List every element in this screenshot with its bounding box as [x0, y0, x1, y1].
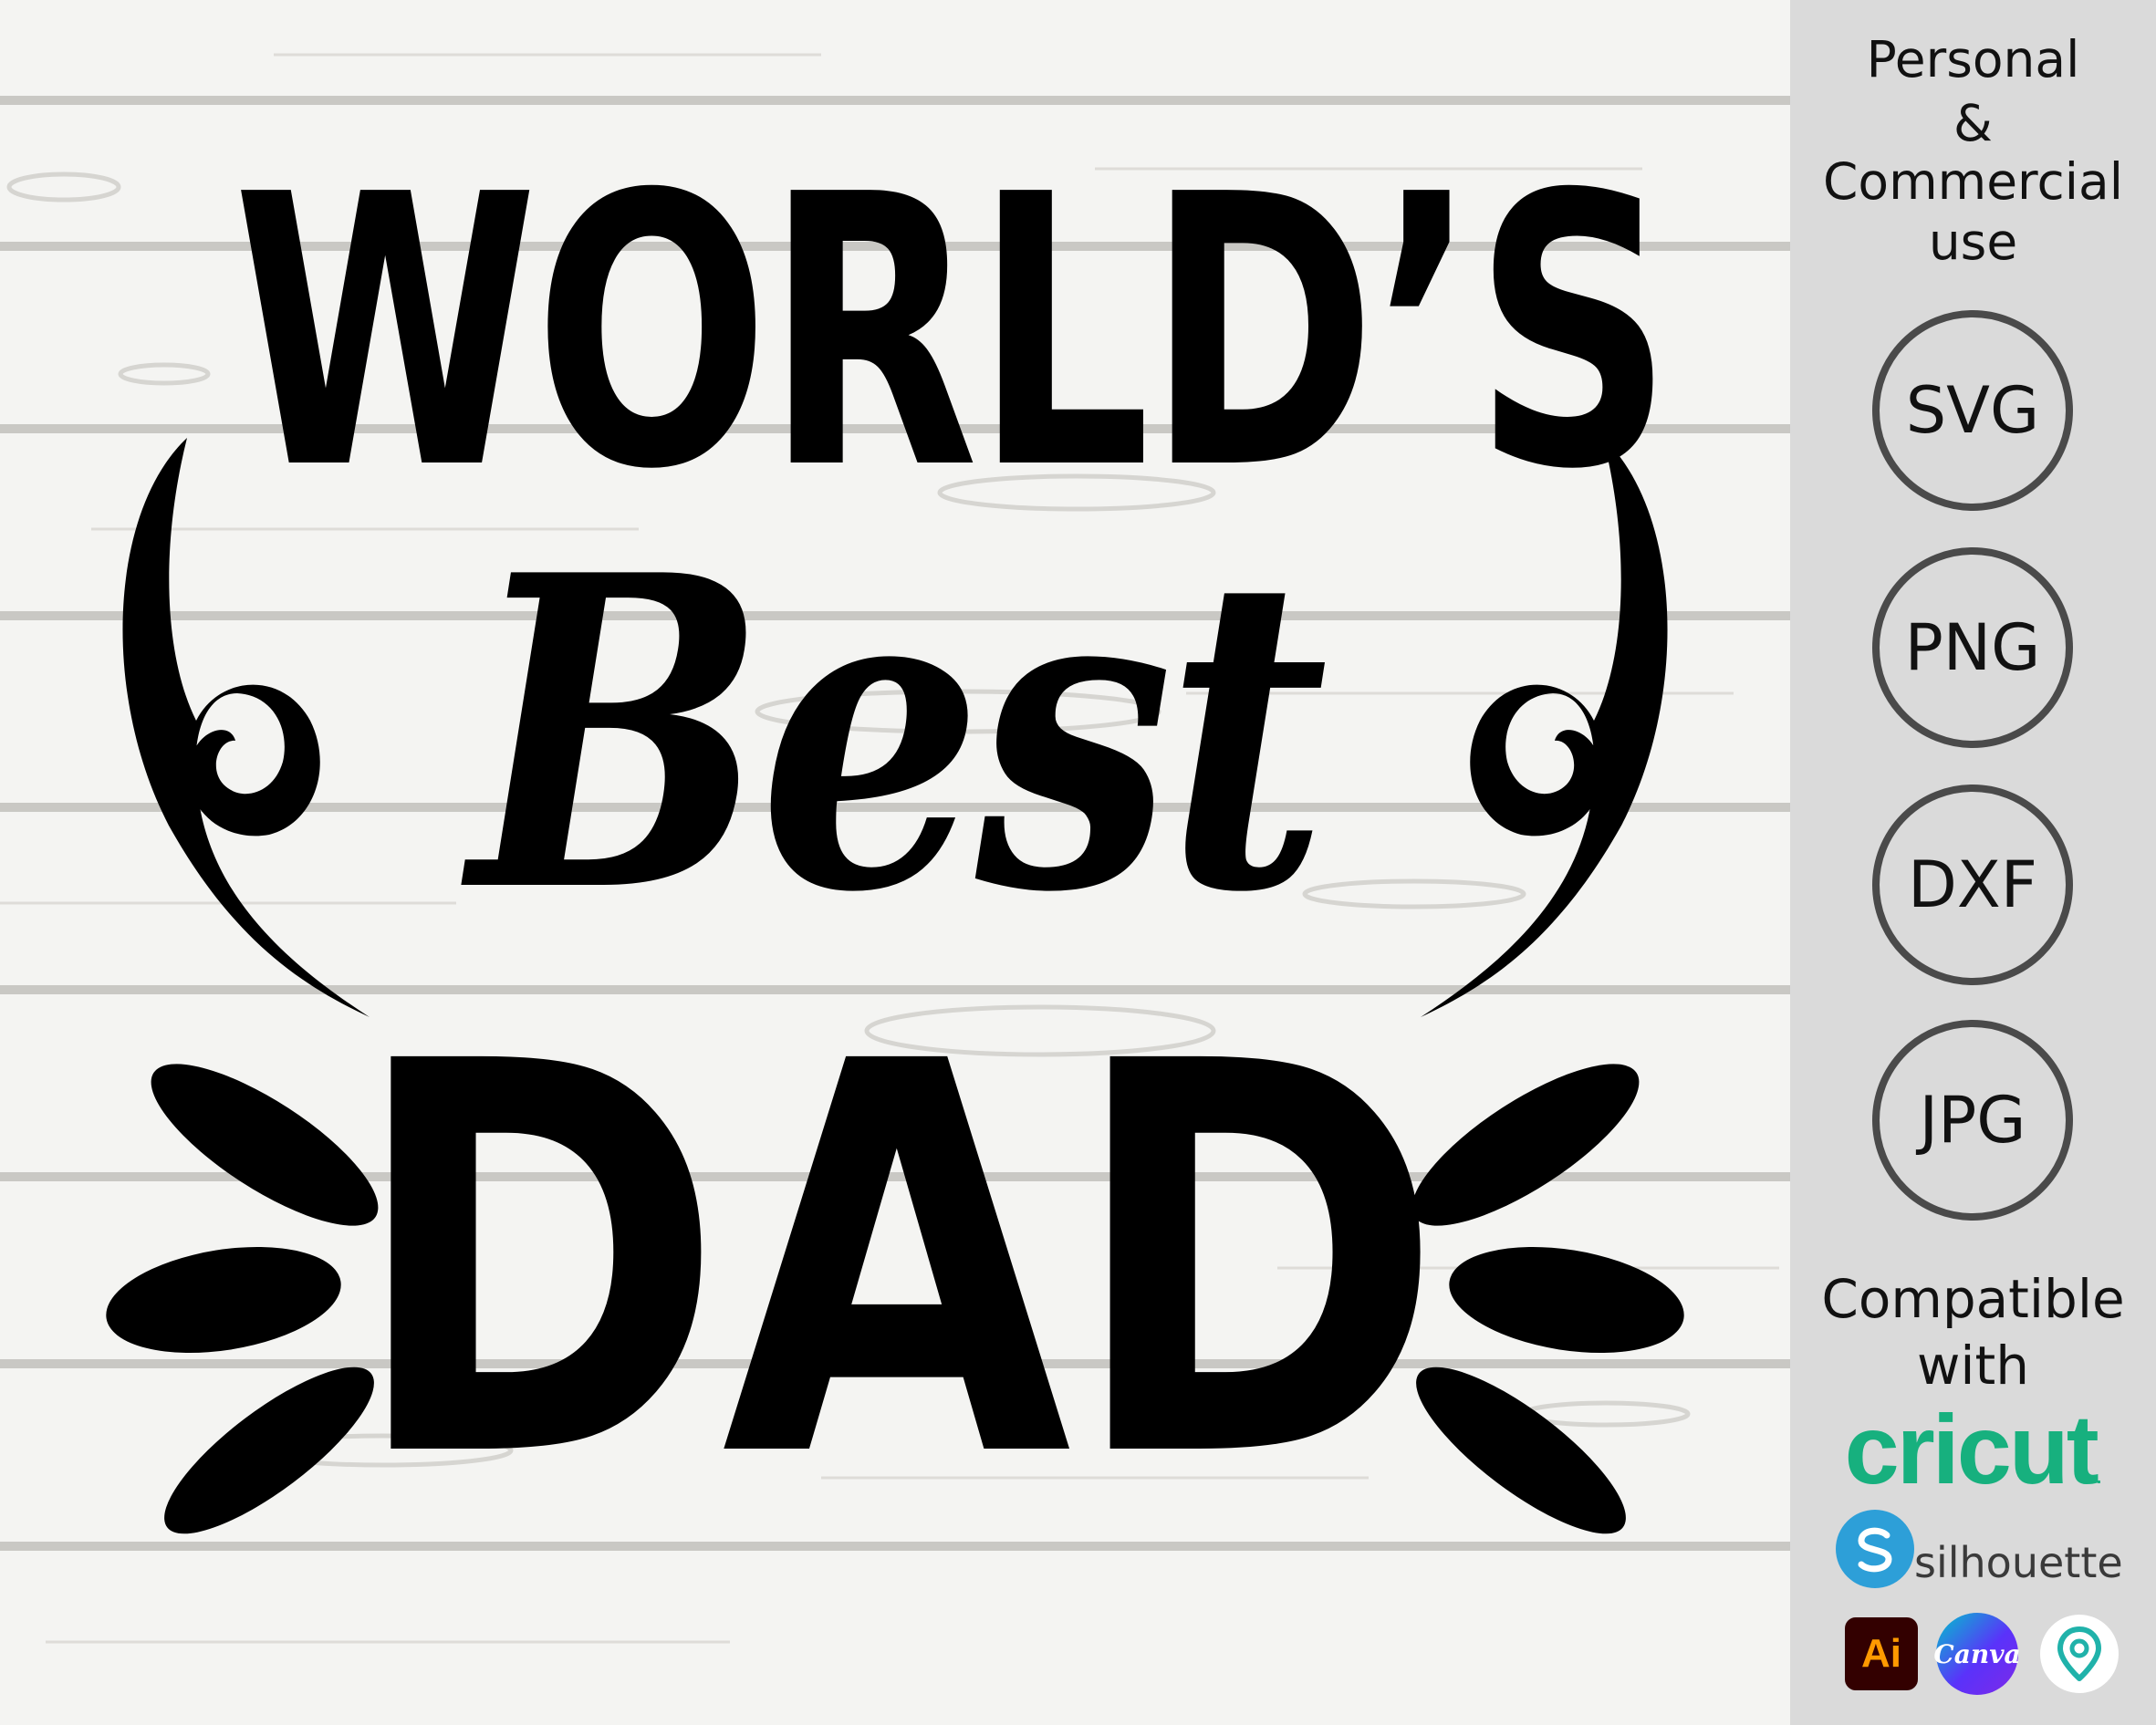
info-sidebar: Personal & Commercial use SVG PNG DXF JP…	[1790, 0, 2156, 1725]
format-badge-png: PNG	[1872, 547, 2073, 748]
cricut-logo: cricut.	[1844, 1394, 2102, 1504]
format-badge-svg: SVG	[1872, 310, 2073, 511]
word-best: Best	[469, 483, 1328, 986]
worlds-best-dad-design: WORLD’S Best DAD	[0, 0, 1790, 1725]
silhouette-label: silhouette	[1914, 1538, 2123, 1587]
adobe-illustrator-icon: Ai	[1845, 1617, 1918, 1690]
silhouette-s-icon	[1836, 1510, 1914, 1588]
usage-line-use: use	[1928, 213, 2018, 271]
format-badge-dxf: DXF	[1872, 785, 2073, 985]
artwork-canvas: WORLD’S Best DAD	[0, 0, 1790, 1725]
canva-icon: Canva	[1933, 1613, 2021, 1695]
word-worlds: WORLD’S	[233, 115, 1673, 551]
format-badge-jpg: JPG	[1872, 1020, 2073, 1221]
usage-line-commercial: Commercial	[1823, 152, 2123, 211]
map-pin-location-icon	[2040, 1615, 2119, 1693]
usage-line-personal: Personal	[1866, 30, 2080, 88]
compatible-line-2: with	[1916, 1335, 2030, 1397]
word-dad: DAD	[349, 950, 1444, 1576]
usage-line-ampersand: &	[1953, 94, 1993, 152]
compatible-line-1: Compatible	[1821, 1268, 2125, 1330]
